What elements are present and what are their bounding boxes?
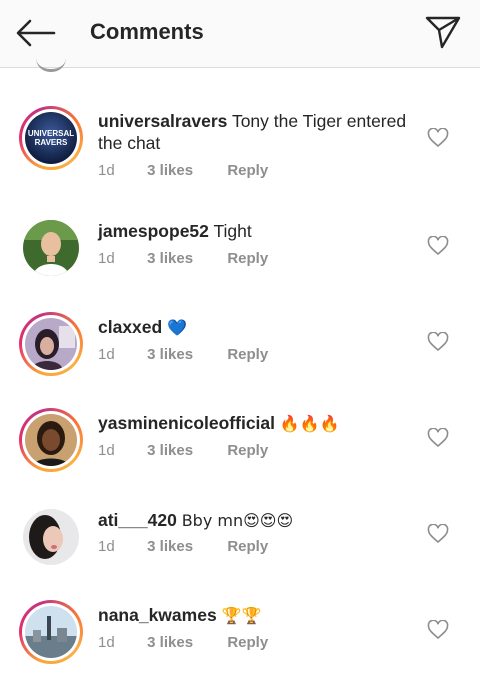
- comment-body: Tight: [213, 221, 252, 241]
- comment-username[interactable]: yasminenicoleofficial: [98, 413, 275, 433]
- comment-likes[interactable]: 3 likes: [147, 442, 223, 459]
- comment-body: 💙: [167, 318, 188, 337]
- heart-outline-icon: [427, 619, 449, 640]
- avatar[interactable]: [19, 505, 83, 569]
- reply-button[interactable]: Reply: [227, 634, 268, 651]
- reply-button[interactable]: Reply: [227, 538, 268, 555]
- comment-text: yasminenicoleofficial 🔥🔥🔥: [98, 412, 418, 435]
- comment-meta: 1d 3 likes Reply: [98, 250, 268, 267]
- like-button[interactable]: [427, 427, 449, 448]
- reply-button[interactable]: Reply: [227, 162, 268, 179]
- nana_kwames-avatar-image: [25, 606, 77, 658]
- like-button[interactable]: [427, 523, 449, 544]
- comment-text: jamespope52 Tight: [98, 220, 418, 242]
- comments-header: Comments: [0, 0, 480, 68]
- comment-time: 1d: [98, 634, 115, 651]
- share-button[interactable]: [424, 14, 462, 50]
- page-title: Comments: [90, 19, 204, 44]
- universalravers-avatar-image: UNIVERSAL RAVERS: [25, 112, 77, 164]
- comment-time: 1d: [98, 250, 115, 267]
- like-button[interactable]: [427, 235, 449, 256]
- back-button[interactable]: [14, 16, 58, 50]
- comment-likes[interactable]: 3 likes: [147, 346, 223, 363]
- comment-meta: 1d 3 likes Reply: [98, 162, 268, 179]
- comment-username[interactable]: claxxed: [98, 317, 162, 337]
- comment-meta: 1d 3 likes Reply: [98, 346, 268, 363]
- yasminenicoleofficial-avatar-image: [25, 414, 77, 466]
- comment-likes[interactable]: 3 likes: [147, 538, 223, 555]
- comment-username[interactable]: jamespope52: [98, 221, 209, 241]
- avatar[interactable]: [19, 312, 83, 376]
- avatar[interactable]: [19, 600, 83, 664]
- reply-button[interactable]: Reply: [227, 346, 268, 363]
- jamespope52-avatar-image: [23, 220, 79, 276]
- like-button[interactable]: [427, 331, 449, 352]
- comment-text: universalravers Tony the Tiger entered t…: [98, 110, 418, 154]
- heart-outline-icon: [427, 523, 449, 544]
- avatar[interactable]: UNIVERSAL RAVERS: [19, 106, 83, 170]
- comment-text: ati___420 Bby mn😍😍😍: [98, 509, 418, 532]
- paper-plane-icon: [425, 16, 461, 49]
- comment-username[interactable]: ati___420: [98, 510, 177, 530]
- heart-outline-icon: [427, 331, 449, 352]
- comment-meta: 1d 3 likes Reply: [98, 538, 268, 555]
- svg-text:UNIVERSAL: UNIVERSAL: [28, 129, 74, 138]
- comment-time: 1d: [98, 162, 115, 179]
- comment-username[interactable]: nana_kwames: [98, 605, 217, 625]
- comment-body: Bby mn😍😍😍: [181, 511, 294, 530]
- heart-outline-icon: [427, 427, 449, 448]
- ati___420-avatar-image: [23, 509, 79, 565]
- like-button[interactable]: [427, 619, 449, 640]
- comment-likes[interactable]: 3 likes: [147, 634, 223, 651]
- avatar[interactable]: [19, 216, 83, 280]
- comment-time: 1d: [98, 442, 115, 459]
- comment-text: nana_kwames 🏆🏆: [98, 604, 418, 627]
- comment-body: 🔥🔥🔥: [279, 414, 340, 433]
- arrow-left-icon: [16, 19, 56, 47]
- comment-likes[interactable]: 3 likes: [147, 250, 223, 267]
- svg-text:RAVERS: RAVERS: [35, 138, 68, 147]
- reply-button[interactable]: Reply: [227, 442, 268, 459]
- comment-meta: 1d 3 likes Reply: [98, 442, 268, 459]
- comment-time: 1d: [98, 538, 115, 555]
- previous-comment-avatar-edge: [36, 58, 66, 72]
- comment-likes[interactable]: 3 likes: [147, 162, 223, 179]
- comment-username[interactable]: universalravers: [98, 111, 227, 131]
- comment-body: 🏆🏆: [221, 606, 262, 625]
- comment-time: 1d: [98, 346, 115, 363]
- reply-button[interactable]: Reply: [227, 250, 268, 267]
- comment-meta: 1d 3 likes Reply: [98, 634, 268, 651]
- heart-outline-icon: [427, 127, 449, 148]
- heart-outline-icon: [427, 235, 449, 256]
- claxxed-avatar-image: [25, 318, 77, 370]
- avatar[interactable]: [19, 408, 83, 472]
- comment-text: claxxed 💙: [98, 316, 418, 339]
- like-button[interactable]: [427, 127, 449, 148]
